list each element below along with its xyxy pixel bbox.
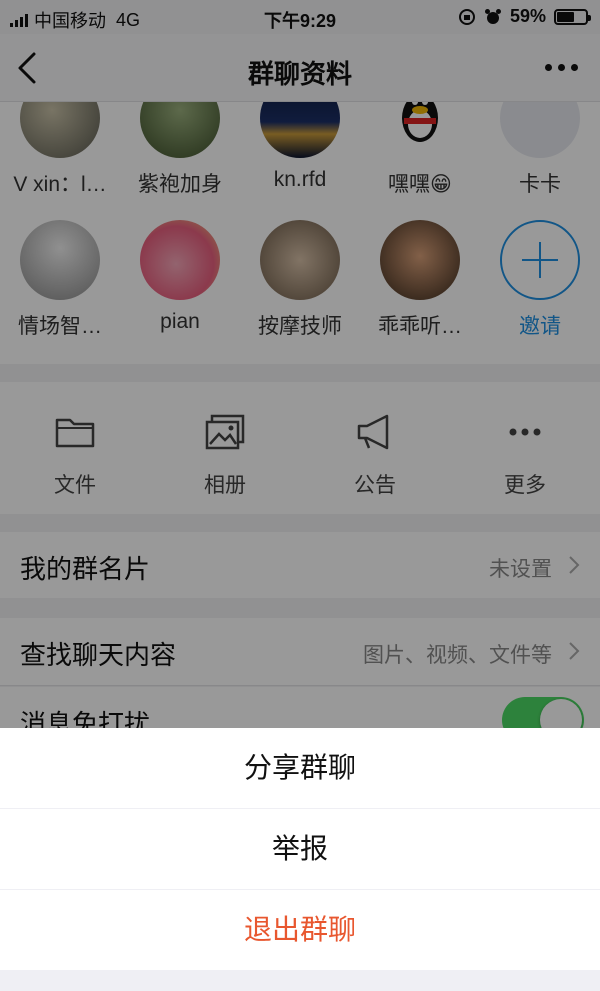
action-sheet: 分享群聊 举报 退出群聊: [0, 728, 600, 991]
share-group-button[interactable]: 分享群聊: [0, 728, 600, 808]
report-button[interactable]: 举报: [0, 809, 600, 889]
quit-group-button[interactable]: 退出群聊: [0, 890, 600, 970]
